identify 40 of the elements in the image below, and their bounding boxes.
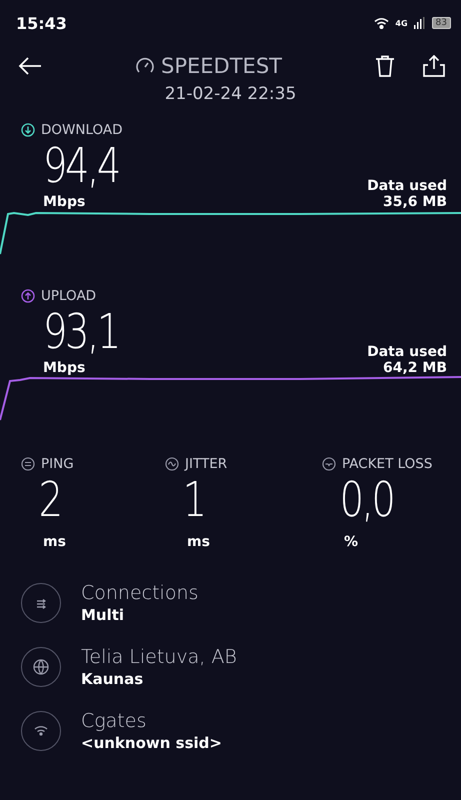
wave-icon (165, 457, 179, 471)
speed-value: 94,4 (43, 138, 119, 194)
data-used-value: 64,2 MB (382, 360, 447, 376)
metric-unit: ms (42, 534, 67, 550)
info-title: Cgates (81, 710, 148, 732)
metric-label: JITTER (185, 456, 228, 472)
wifi-icon (374, 17, 390, 29)
delete-button[interactable] (375, 55, 395, 77)
ping-icon (21, 457, 35, 471)
data-used-value: 35,6 MB (382, 194, 447, 210)
info-subtitle: Kaunas (81, 670, 144, 688)
metric-value: 0,0 (338, 472, 394, 528)
network-type: 4G (395, 18, 408, 28)
metric-value: 1 (182, 472, 206, 528)
speed-value: 93,1 (43, 304, 119, 360)
pulse-icon (322, 457, 336, 471)
share-button[interactable] (423, 55, 445, 77)
app-title: SPEEDTEST (161, 54, 282, 78)
status-time: 15:43 (16, 14, 67, 32)
metric-label: PACKET LOSS (342, 456, 432, 472)
data-used-label: Data used (367, 344, 447, 360)
result-label: UPLOAD (41, 288, 96, 304)
metric-unit: % (343, 534, 360, 550)
info-subtitle: <unknown ssid> (81, 734, 222, 752)
arrow-down-icon (21, 123, 35, 137)
info-title: Telia Lietuva, AB (81, 646, 237, 668)
metric-label: PING (41, 456, 74, 472)
metric-value: 2 (38, 472, 62, 528)
result-label: DOWNLOAD (41, 122, 123, 138)
speed-unit: Mbps (43, 360, 86, 376)
info-subtitle: Multi (81, 606, 126, 624)
signal-icon (414, 17, 426, 29)
speed-unit: Mbps (43, 194, 86, 210)
back-button[interactable] (18, 56, 42, 76)
battery-level: 83 (432, 17, 451, 29)
arrow-up-icon (21, 289, 35, 303)
data-used-label: Data used (367, 178, 447, 194)
metric-unit: ms (186, 534, 211, 550)
test-date: 21-02-24 22:35 (164, 84, 298, 104)
info-title: Connections (81, 582, 198, 604)
